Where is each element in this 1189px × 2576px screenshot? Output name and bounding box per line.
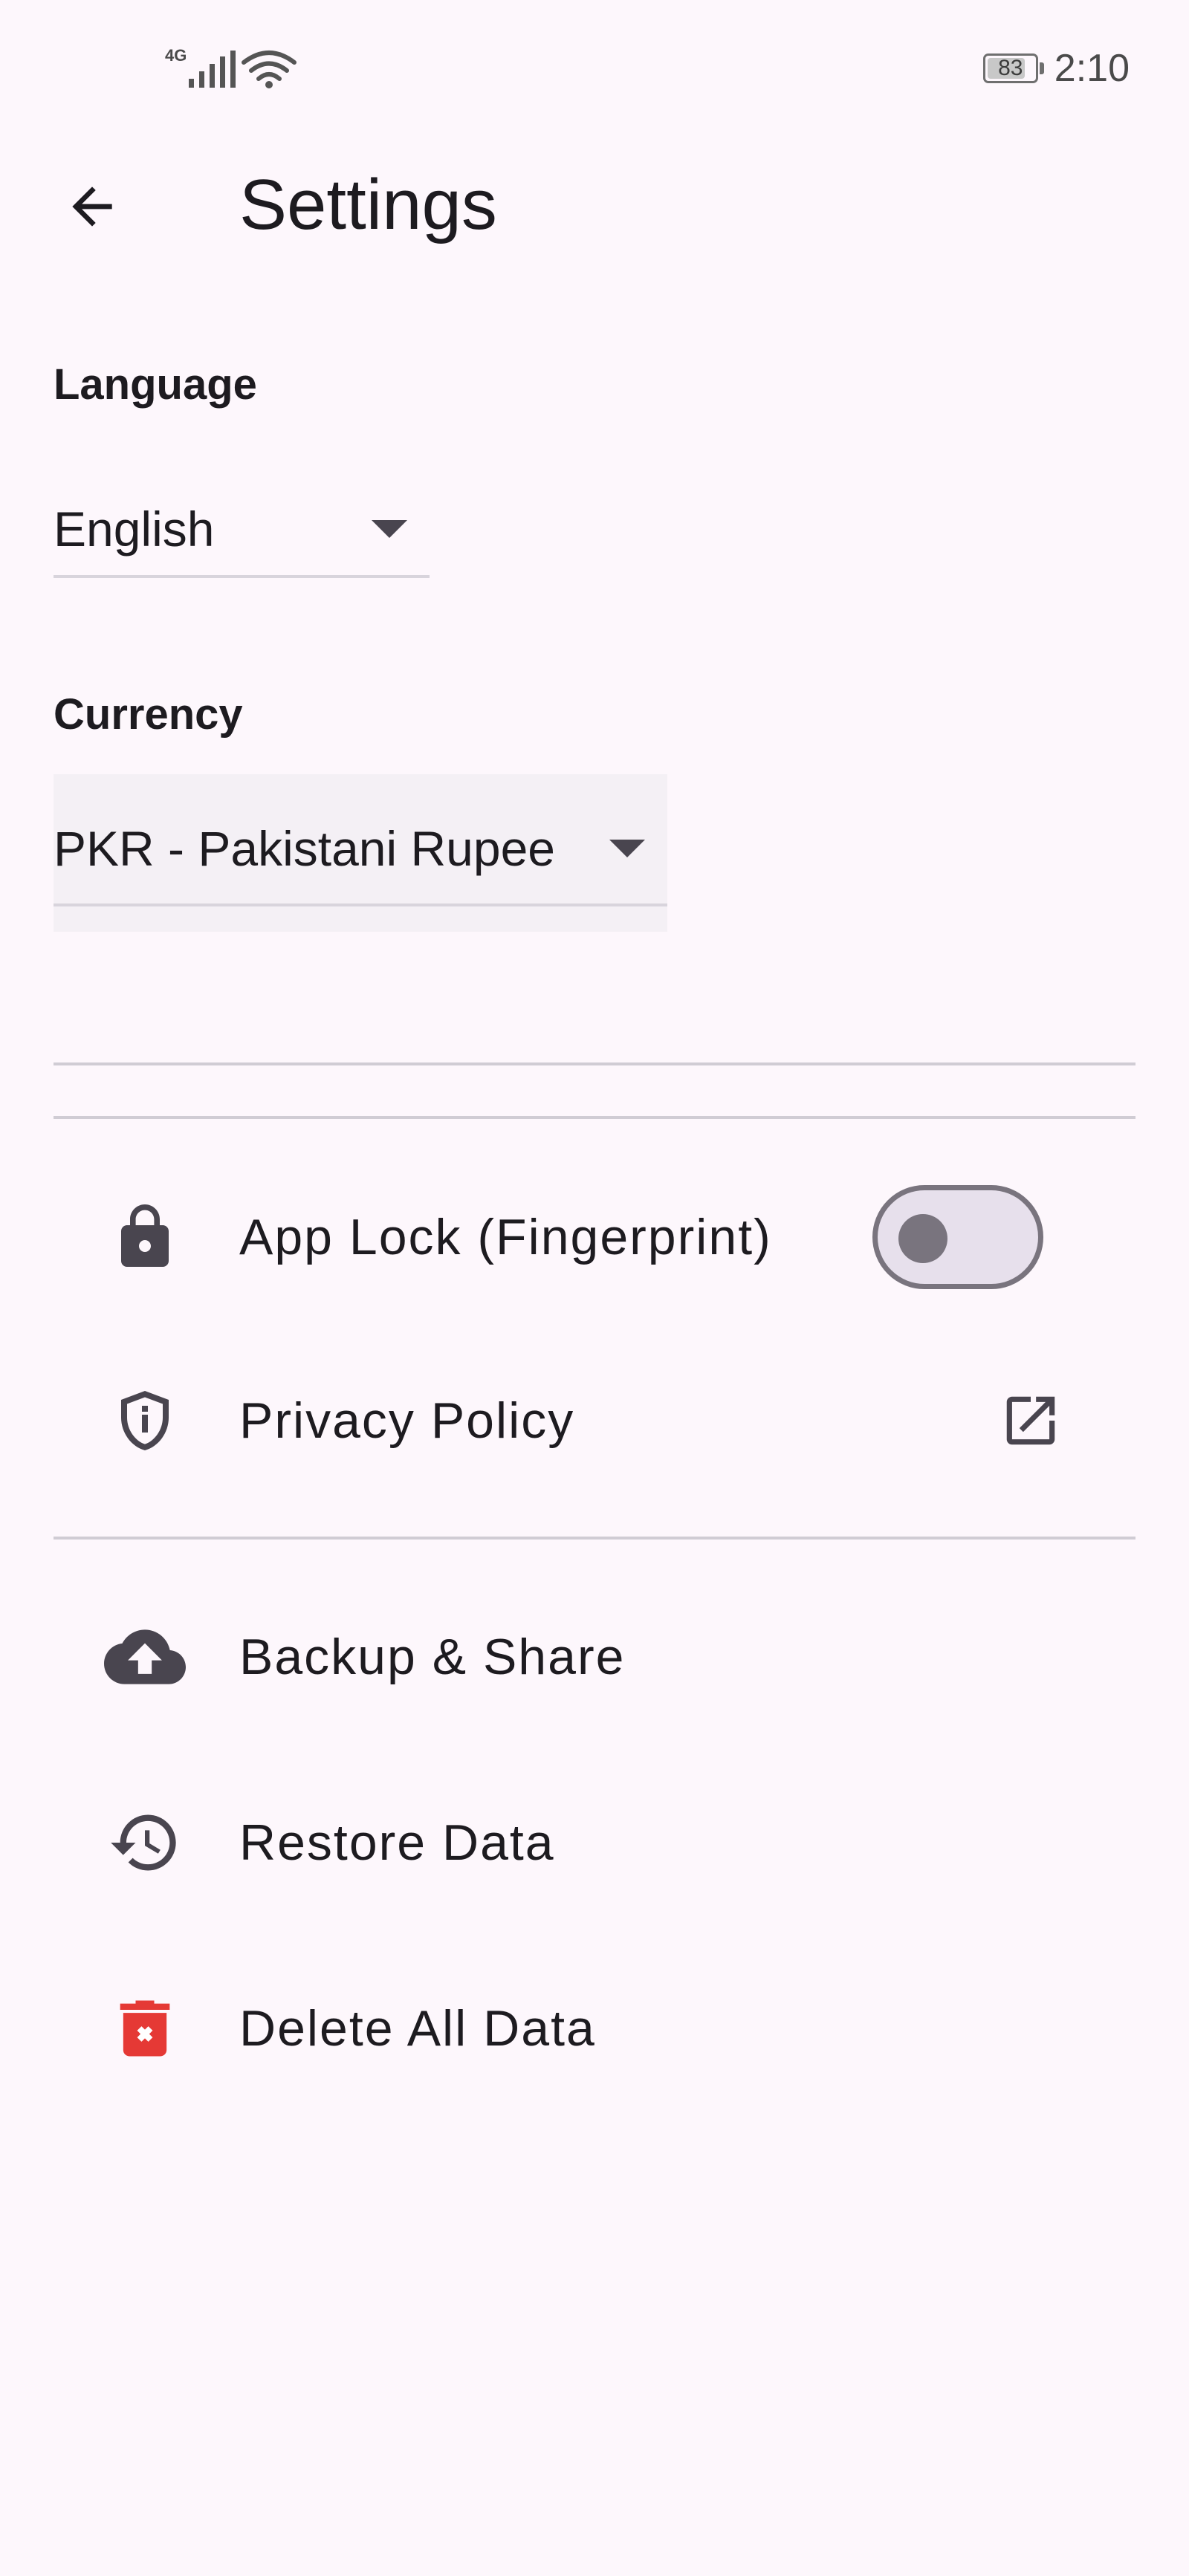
status-time: 2:10 [1054,47,1130,90]
restore-data-row[interactable]: Restore Data [0,1768,1189,1917]
backup-share-row[interactable]: Backup & Share [0,1583,1189,1731]
network-type-label: 4G [165,46,187,65]
app-lock-label: App Lock (Fingerprint) [239,1209,772,1265]
settings-screen: 4G 83 2:10 Settings Language English Cur… [0,0,1189,2576]
shield-info-icon [97,1372,193,1469]
battery-level-text: 83 [998,56,1023,80]
lock-icon [97,1189,193,1285]
external-link-icon [999,1389,1063,1453]
language-dropdown[interactable]: English [54,483,430,578]
delete-all-data-label: Delete All Data [239,2000,596,2057]
wifi-icon [242,51,297,88]
backup-share-label: Backup & Share [239,1629,626,1685]
privacy-policy-row[interactable]: Privacy Policy [0,1346,1189,1495]
app-bar: Settings [0,134,1189,275]
back-button[interactable] [48,169,137,244]
page-title: Settings [239,165,497,244]
restore-data-label: Restore Data [239,1814,555,1871]
signal-icon [189,51,236,88]
language-selected-value: English [54,502,215,557]
divider [54,1062,1135,1065]
privacy-policy-label: Privacy Policy [239,1392,575,1449]
delete-all-data-row[interactable]: Delete All Data [0,1954,1189,2103]
app-lock-row[interactable]: App Lock (Fingerprint) [0,1163,1189,1311]
divider [54,1116,1135,1119]
app-lock-switch[interactable] [872,1185,1043,1289]
status-bar: 4G 83 2:10 [0,0,1189,134]
arrow-back-icon [72,186,112,227]
divider [54,1537,1135,1540]
history-icon [97,1794,193,1891]
caret-down-icon [609,840,645,857]
language-label: Language [54,360,257,409]
currency-selected-value: PKR - Pakistani Rupee [54,821,555,876]
delete-icon [97,1980,193,2077]
currency-dropdown[interactable]: PKR - Pakistani Rupee [54,794,667,906]
switch-thumb [898,1214,947,1263]
currency-label: Currency [54,690,243,739]
battery-icon: 83 [982,53,1044,83]
status-right: 83 2:10 [982,46,1130,91]
caret-down-icon [372,520,407,538]
cloud-upload-icon [97,1609,193,1705]
